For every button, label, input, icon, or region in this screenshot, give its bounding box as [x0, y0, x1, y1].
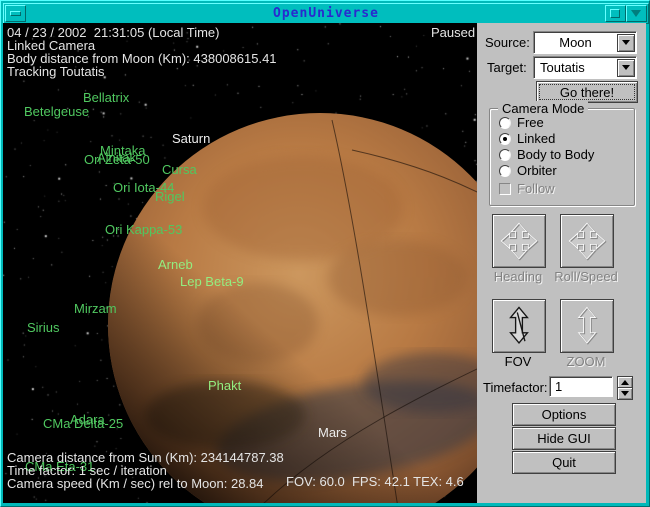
hud-stats: FOV: 60.0 FPS: 42.1 TEX: 4.6 — [286, 475, 464, 488]
radio-orbiter[interactable]: Orbiter — [499, 163, 557, 178]
hud-camera-speed: Camera speed (Km / sec) rel to Moon: 28.… — [7, 477, 264, 490]
paused-indicator: Paused — [431, 26, 475, 39]
sky-label: Mars — [318, 425, 347, 440]
window-title: OpenUniverse — [273, 6, 379, 21]
sky-label: Betelgeuse — [24, 104, 89, 119]
sky-label: Mirzam — [74, 301, 117, 316]
timefactor-input[interactable]: 1 — [549, 376, 613, 397]
source-label: Source: — [485, 35, 530, 50]
window-menu-button[interactable] — [5, 5, 26, 22]
zoom-pad-button[interactable] — [560, 299, 614, 353]
fov-pad-label: FOV — [492, 354, 544, 369]
go-there-button[interactable]: Go there! — [536, 81, 638, 103]
sky-label: Saturn — [172, 131, 210, 146]
radio-linked[interactable]: Linked — [499, 131, 555, 146]
sky-label: Arneb — [158, 257, 193, 272]
fov-pad-button[interactable] — [492, 299, 546, 353]
radio-circle-checked[interactable] — [499, 133, 511, 145]
target-label: Target: — [487, 60, 527, 75]
radio-circle[interactable] — [499, 149, 511, 161]
target-value: Toutatis — [534, 60, 617, 75]
maximize-button[interactable] — [605, 5, 626, 22]
sky-label: Ori Kappa-53 — [105, 222, 182, 237]
sky-label: Sirius — [27, 320, 60, 335]
timefactor-label: Timefactor: — [483, 380, 548, 395]
four-way-arrow-icon — [565, 219, 609, 263]
sky-label-layer: BellatrixBetelgeuseSaturnMintakaOri Zeta… — [3, 23, 477, 503]
hud-tracking: Tracking Toutatis — [7, 65, 105, 78]
options-button[interactable]: Options — [512, 403, 616, 426]
openuniverse-window: { "window": { "title": "OpenUniverse", "… — [0, 0, 650, 507]
four-way-arrow-icon — [497, 219, 541, 263]
up-down-arrow-icon — [565, 304, 609, 348]
radio-free[interactable]: Free — [499, 115, 544, 130]
camera-mode-title: Camera Mode — [498, 101, 588, 116]
sky-label: Phakt — [208, 378, 241, 393]
source-dropdown[interactable]: Moon — [533, 31, 637, 54]
radio-circle[interactable] — [499, 117, 511, 129]
control-panel: Source: Moon Target: Toutatis Go there! … — [477, 23, 646, 503]
timefactor-spin-down[interactable] — [617, 387, 633, 400]
up-down-arrow-icon — [497, 304, 541, 348]
sky-label: CMa Delta-25 — [43, 416, 123, 431]
titlebar[interactable]: OpenUniverse — [3, 3, 649, 24]
radio-body-to-body[interactable]: Body to Body — [499, 147, 594, 162]
zoom-pad-label: ZOOM — [553, 354, 619, 369]
sky-label: Bellatrix — [83, 90, 129, 105]
sky-label: Alnitak — [97, 150, 136, 165]
heading-pad-button[interactable] — [492, 214, 546, 268]
roll-speed-pad-button[interactable] — [560, 214, 614, 268]
heading-pad-label: Heading — [492, 269, 544, 284]
hide-gui-button[interactable]: Hide GUI — [512, 427, 616, 450]
shade-button[interactable] — [626, 5, 647, 22]
follow-checkbox: Follow — [499, 181, 555, 196]
radio-circle[interactable] — [499, 165, 511, 177]
sky-label: Cursa — [162, 162, 197, 177]
focus-rect — [539, 84, 635, 100]
roll-speed-pad-label: Roll/Speed — [553, 269, 619, 284]
target-dropdown[interactable]: Toutatis — [533, 56, 637, 79]
source-value: Moon — [534, 35, 617, 50]
checkbox-square — [499, 183, 511, 195]
sky-label: Rigel — [155, 189, 185, 204]
render-viewport[interactable]: BellatrixBetelgeuseSaturnMintakaOri Zeta… — [3, 23, 477, 503]
sky-label: Lep Beta-9 — [180, 274, 244, 289]
source-dropdown-arrow-icon[interactable] — [617, 34, 635, 52]
target-dropdown-arrow-icon[interactable] — [617, 59, 635, 77]
quit-button[interactable]: Quit — [512, 451, 616, 474]
